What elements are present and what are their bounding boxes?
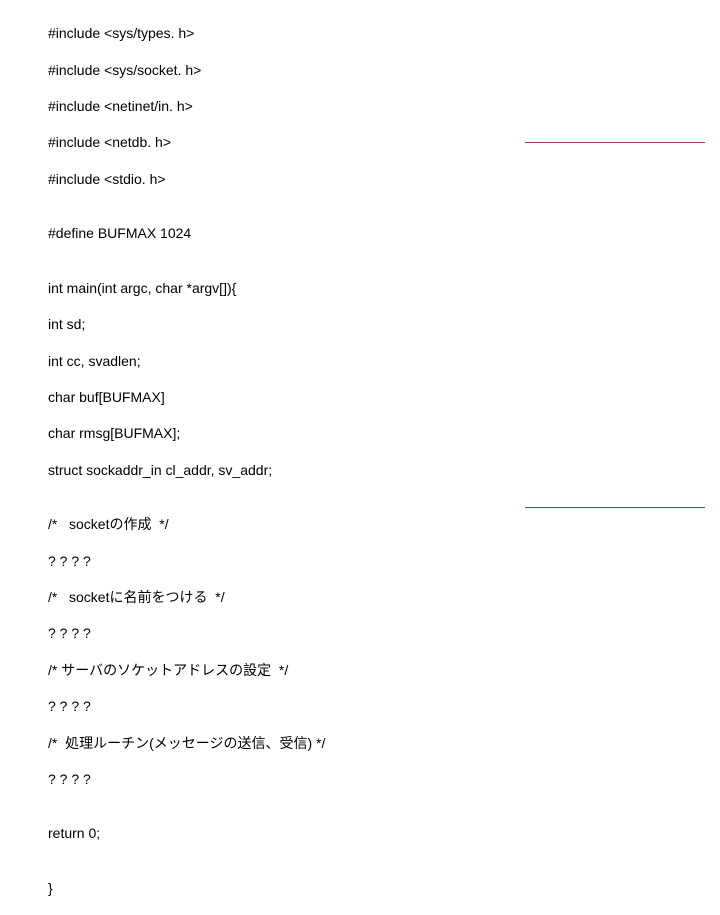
code-line: #include <stdio. h> (48, 170, 325, 188)
code-line: int main(int argc, char *argv[]){ (48, 279, 325, 297)
code-line: #include <netinet/in. h> (48, 97, 325, 115)
code-line: struct sockaddr_in cl_addr, sv_addr; (48, 461, 325, 479)
code-line: #define BUFMAX 1024 (48, 224, 325, 242)
code-line: #include <sys/socket. h> (48, 61, 325, 79)
code-line: ? ? ? ? (48, 770, 325, 788)
code-line: /* socketの作成 */ (48, 515, 325, 533)
code-line: #include <sys/types. h> (48, 24, 325, 42)
decorative-rule-top (525, 142, 705, 143)
code-line: return 0; (48, 824, 325, 842)
decorative-rule-bottom (525, 507, 705, 508)
code-line: #include <netdb. h> (48, 133, 325, 151)
code-line: } (48, 879, 325, 897)
code-block: #include <sys/types. h> #include <sys/so… (48, 6, 325, 915)
code-line: ? ? ? ? (48, 697, 325, 715)
code-line: /* socketに名前をつける */ (48, 588, 325, 606)
code-line: int sd; (48, 315, 325, 333)
code-line: char buf[BUFMAX] (48, 388, 325, 406)
code-line: char rmsg[BUFMAX]; (48, 424, 325, 442)
code-line: ? ? ? ? (48, 552, 325, 570)
code-line: /* サーバのソケットアドレスの設定 */ (48, 661, 325, 679)
code-line: /* 処理ルーチン(メッセージの送信、受信) */ (48, 734, 325, 752)
code-line: int cc, svadlen; (48, 352, 325, 370)
code-line: ? ? ? ? (48, 624, 325, 642)
